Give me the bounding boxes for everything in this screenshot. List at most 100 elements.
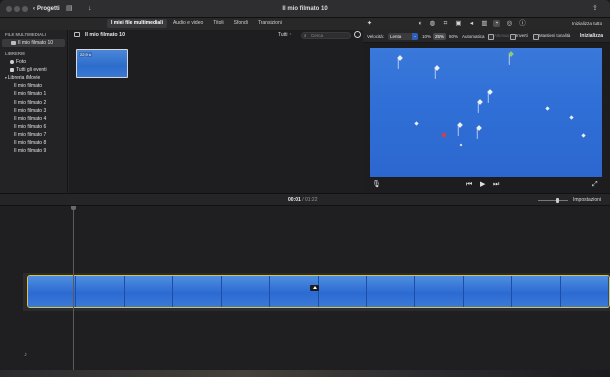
skip-forward-icon[interactable]: ⏭︎ (493, 180, 499, 189)
speed-settings-bar: Velocità: Lenta ⌄ 10% 25% 50% Automatica… (363, 30, 610, 43)
speed-option-25[interactable]: 25% (433, 32, 447, 40)
clip-frame (76, 276, 125, 307)
search-icon: ⌕ (304, 32, 307, 38)
speed-option-50[interactable]: 50% (447, 33, 460, 40)
clip-frame (270, 276, 319, 307)
filter-icon[interactable]: ◎ (506, 20, 513, 27)
disclosure-triangle-icon: ▾ (5, 76, 7, 81)
sidebar-item-movie[interactable]: Il mio filmato 3 (0, 107, 67, 115)
freeze-checkbox[interactable]: Attenua (488, 33, 509, 40)
color-correction-icon[interactable]: ◍ (429, 20, 436, 27)
clip-frame (173, 276, 222, 307)
speed-icon[interactable]: ◔ (493, 20, 500, 27)
imovie-window: ‹ Progetti ▤ ↓ Il mio filmato 10 ⇪ I miei… (0, 0, 610, 372)
reverse-checkbox[interactable]: Inverti (510, 33, 528, 40)
sidebar-item-movie[interactable]: Il mio filmato 4 (0, 115, 67, 123)
clip-frame (124, 276, 174, 307)
sidebar-item-movie[interactable]: Il mio filmato (0, 82, 67, 90)
stabilization-icon[interactable]: ▣ (455, 20, 462, 27)
video-clip-strip[interactable] (27, 275, 610, 308)
kite (441, 132, 447, 138)
sidebar-item-movie[interactable]: Il mio filmato 7 (0, 131, 67, 139)
kite (508, 51, 514, 57)
speed-automatic-label[interactable]: Automatica (462, 33, 485, 40)
search-field[interactable]: ⌕ Cerca (301, 31, 351, 39)
playhead-handle[interactable] (71, 206, 76, 210)
sidebar-item-all-events[interactable]: Tutti gli eventi (0, 66, 67, 74)
tab-audio-video[interactable]: Audio e video (169, 19, 207, 28)
timeline-settings-button[interactable]: Impostazioni (573, 197, 601, 204)
share-icon[interactable]: ⇪ (592, 4, 598, 14)
clip-frame (512, 276, 561, 307)
noise-reduction-icon[interactable]: ▥ (481, 20, 488, 27)
speed-select[interactable]: Lenta ⌄ (388, 32, 418, 40)
reset-speed-button[interactable]: Inizializza (580, 33, 603, 40)
kite (397, 55, 403, 61)
sidebar: FILE MULTIMEDIALI Il mio filmato 10 LIBR… (0, 30, 68, 193)
kite (414, 121, 419, 126)
voiceover-icon[interactable]: ♪ (24, 352, 27, 358)
timeline[interactable]: ♪ (0, 206, 610, 370)
desktop-wallpaper (0, 370, 610, 377)
title-bar: ‹ Progetti ▤ ↓ Il mio filmato 10 ⇪ (0, 0, 610, 18)
kite (459, 143, 463, 147)
microphone-icon[interactable]: 🎙︎ (372, 180, 381, 189)
sidebar-item-movie[interactable]: Il mio filmato 9 (0, 147, 67, 155)
sidebar-item-movie[interactable]: Il mio filmato 6 (0, 123, 67, 131)
playhead[interactable] (73, 206, 74, 370)
clip-duration-badge: 22,9 s (79, 52, 92, 57)
kite (545, 106, 550, 111)
tab-transitions[interactable]: Transizioni (254, 19, 286, 28)
film-strip-icon (11, 40, 16, 45)
media-tab-bar: I miei file multimediali Audio e video T… (0, 18, 363, 30)
events-icon (10, 67, 14, 72)
preserve-pitch-checkbox[interactable]: Mantieni tonalità (533, 33, 570, 40)
kite (477, 99, 483, 105)
browser-header: Il mio filmato 10 Tutti ⌃ ⌕ Cerca (69, 30, 363, 41)
chevron-updown-icon: ⌃ (288, 33, 292, 37)
clip-filter-dropdown[interactable]: Tutti ⌃ (278, 31, 292, 40)
reset-all-button[interactable]: Inizializza tutto (572, 20, 602, 28)
sidebar-section-media: FILE MULTIMEDIALI (5, 32, 46, 37)
chevron-updown-icon: ⌄ (412, 32, 418, 40)
crop-icon[interactable]: ⌗ (442, 20, 449, 27)
sidebar-item-movie[interactable]: Il mio filmato 2 (0, 99, 67, 107)
kite (569, 115, 574, 120)
speed-label: Velocità: (367, 34, 385, 39)
speed-option-10[interactable]: 10% (420, 33, 433, 40)
kite (457, 122, 463, 128)
browser-settings-icon[interactable] (354, 31, 361, 38)
tab-titles[interactable]: Titoli (209, 19, 227, 28)
speed-indicator-icon (310, 285, 319, 291)
sidebar-item-movie[interactable]: Il mio filmato 1 (0, 90, 67, 98)
clip-frame (221, 276, 271, 307)
sidebar-section-libraries: LIBRERIE (5, 51, 26, 57)
sidebar-item-imovie-library[interactable]: ▾Libreria iMovie (0, 74, 67, 82)
clip-frame (366, 276, 416, 307)
clip-frame (463, 276, 513, 307)
info-icon[interactable]: ⓘ (519, 20, 526, 27)
timeline-zoom-slider[interactable] (538, 197, 568, 203)
sidebar-item-project[interactable]: Il mio filmato 10 (2, 39, 65, 48)
color-balance-icon[interactable]: ◐ (417, 20, 424, 27)
fullscreen-icon[interactable]: ⤢ (592, 180, 598, 189)
media-clip-thumbnail[interactable]: 22,9 s (76, 49, 128, 78)
play-icon[interactable]: ▶ (480, 180, 485, 189)
zoom-slider-knob[interactable] (556, 197, 560, 203)
tab-my-media[interactable]: I miei file multimediali (107, 19, 167, 28)
magic-wand-icon[interactable]: ✦ (366, 20, 373, 27)
video-preview[interactable] (370, 48, 602, 177)
clip-frame (28, 276, 77, 307)
timeline-header: 00:01 / 01:22 Impostazioni (0, 193, 610, 206)
volume-icon[interactable]: ◂ (468, 20, 475, 27)
skip-back-icon[interactable]: ⏮︎ (466, 180, 472, 189)
sidebar-item-photos[interactable]: Foto (0, 58, 67, 66)
photos-icon (10, 59, 14, 64)
clip-frame (560, 276, 609, 307)
tab-backgrounds[interactable]: Sfondi (230, 19, 252, 28)
sidebar-item-movie[interactable]: Il mio filmato 8 (0, 139, 67, 147)
media-browser: Il mio filmato 10 Tutti ⌃ ⌕ Cerca 22,9 s (69, 30, 363, 193)
browser-title: Il mio filmato 10 (85, 32, 126, 38)
sidebar-toggle-icon[interactable] (74, 32, 80, 37)
viewer-adjustment-toolbar: ✦ ◐ ◍ ⌗ ▣ ◂ ▥ ◔ ◎ ⓘ Inizializza tutto (363, 18, 610, 30)
